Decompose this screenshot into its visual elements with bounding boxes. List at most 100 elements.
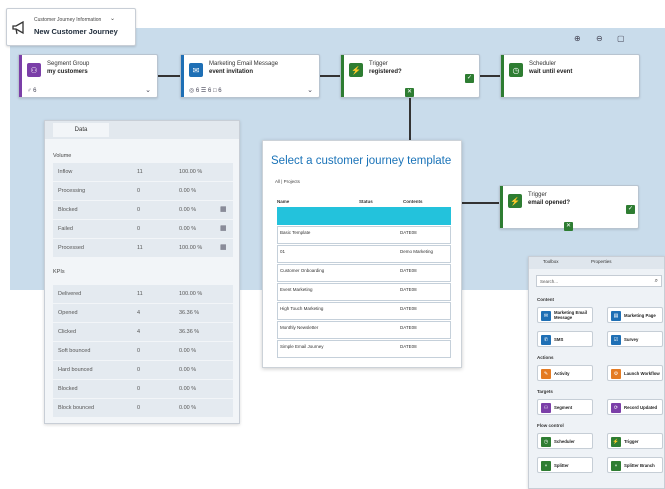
trigger-icon: ⚡ xyxy=(508,194,522,208)
search-icon[interactable]: ⌕ xyxy=(655,278,658,285)
toolbox-item-sms[interactable]: ✆ SMS xyxy=(537,331,593,347)
metric-name: Processing xyxy=(58,188,86,194)
volume-label: Volume xyxy=(53,153,72,159)
table-row: Clicked 4 36.36 % xyxy=(53,323,233,341)
template-row[interactable]: Monthly Newsletter DATE08 xyxy=(277,321,451,339)
item-label: Record Updated xyxy=(624,405,658,410)
export-icon[interactable]: ▦ xyxy=(220,224,227,232)
toolbox-item-marketing-email[interactable]: ✉ Marketing Email Message xyxy=(537,307,593,323)
metric-count: 4 xyxy=(137,329,141,335)
template-row[interactable] xyxy=(277,207,451,225)
template-name: 01 xyxy=(280,249,286,254)
zoom-out-icon[interactable]: ⊖ xyxy=(596,34,603,43)
toolbox-item-splitter-branch[interactable]: ⑂ Splitter Branch xyxy=(607,457,663,473)
tile-marketing-email[interactable]: ✉ Marketing Email Message event invitati… xyxy=(180,54,320,98)
metric-count: 4 xyxy=(137,310,141,316)
template-row[interactable]: Simple Email Journey DATE08 xyxy=(277,340,451,358)
column-header-name[interactable]: Name xyxy=(277,199,289,204)
metric-count: 0 xyxy=(137,348,141,354)
yes-branch-icon[interactable]: ✓ xyxy=(626,205,635,214)
tile-label: Trigger xyxy=(369,61,388,67)
data-panel: Data Volume Inflow 11 100.00 % Processing 0 0… xyxy=(44,120,240,424)
metric-name: Opened xyxy=(58,310,78,316)
yes-branch-icon[interactable]: ✓ xyxy=(465,74,474,83)
category-targets[interactable]: Targets xyxy=(537,389,553,394)
page-icon: ▤ xyxy=(611,311,621,321)
megaphone-icon xyxy=(12,21,24,35)
toolbox-item-marketing-page[interactable]: ▤ Marketing Page xyxy=(607,307,663,323)
category-content[interactable]: Content xyxy=(537,297,554,302)
metric-name: Delivered xyxy=(58,291,82,297)
metric-name: Inflow xyxy=(58,169,73,175)
toolbox-item-survey[interactable]: ☑ Survey xyxy=(607,331,663,347)
toolbox-item-scheduler[interactable]: ◷ Scheduler xyxy=(537,433,593,449)
chevron-down-icon[interactable]: ⌄ xyxy=(145,86,151,94)
toolbox-item-splitter[interactable]: ⑂ Splitter xyxy=(537,457,593,473)
category-flow-control[interactable]: Flow control xyxy=(537,423,564,428)
table-row: Blocked 0 0.00 % ▦ xyxy=(53,201,233,219)
metric-count: 0 xyxy=(137,405,141,411)
no-branch-icon[interactable]: ✕ xyxy=(405,88,414,97)
zoom-in-icon[interactable]: ⊕ xyxy=(574,34,581,43)
template-row[interactable]: Event Marketing DATE08 xyxy=(277,283,451,301)
template-name: Simple Email Journey xyxy=(280,344,324,349)
tile-label: Trigger xyxy=(528,192,547,198)
item-label: Launch Workflow xyxy=(624,371,660,376)
template-row[interactable]: 01 Demo Marketing xyxy=(277,245,451,263)
toolbox-item-trigger[interactable]: ⚡ Trigger xyxy=(607,433,663,449)
tile-scheduler[interactable]: ◷ Scheduler wait until event xyxy=(500,54,640,98)
chevron-down-icon[interactable]: ⌄ xyxy=(110,15,115,22)
template-name: Customer Onboarding xyxy=(280,268,325,273)
sms-icon: ✆ xyxy=(541,335,551,345)
toolbox-search-input[interactable]: Search... ⌕ xyxy=(536,275,662,287)
tile-label: Marketing Email Message xyxy=(209,61,279,67)
connector-line xyxy=(320,75,340,77)
template-name: High Touch Marketing xyxy=(280,306,324,311)
dialog-title: Select a customer journey template xyxy=(271,155,452,167)
export-icon[interactable]: ▦ xyxy=(220,205,227,213)
metric-percent: 0.00 % xyxy=(179,405,197,411)
template-row[interactable]: Basic Template DATE08 xyxy=(277,226,451,244)
toolbox-item-segment[interactable]: ⚇ Segment xyxy=(537,399,593,415)
template-row[interactable]: Customer Onboarding DATE08 xyxy=(277,264,451,282)
email-icon: ✉ xyxy=(541,311,551,321)
template-filter[interactable]: All | Projects xyxy=(275,179,300,184)
tile-segment-group[interactable]: ⚇ Segment Group my customers ♂ 6 ⌄ xyxy=(18,54,158,98)
column-header-contents[interactable]: Contents xyxy=(403,199,423,204)
tile-footer: ♂ 6 xyxy=(27,88,37,94)
fit-screen-icon[interactable]: ▢ xyxy=(617,34,625,43)
metric-count: 0 xyxy=(137,367,141,373)
template-name: Basic Template xyxy=(280,230,311,235)
toolbox-item-record-updated[interactable]: ⟳ Record Updated xyxy=(607,399,663,415)
chevron-down-icon[interactable]: ⌄ xyxy=(307,86,313,94)
no-branch-icon[interactable]: ✕ xyxy=(564,222,573,231)
journey-header[interactable]: Customer Journey Information ⌄ New Custo… xyxy=(6,8,136,46)
item-label: Segment xyxy=(554,405,573,410)
tile-color-bar xyxy=(181,55,184,97)
export-icon[interactable]: ▦ xyxy=(220,243,227,251)
table-row: Block bounced 0 0.00 % xyxy=(53,399,233,417)
connector-line xyxy=(480,75,500,77)
metric-count: 11 xyxy=(137,291,143,297)
segment-icon: ⚇ xyxy=(541,403,551,413)
table-row: Hard bounced 0 0.00 % xyxy=(53,361,233,379)
metric-percent: 0.00 % xyxy=(179,226,197,232)
template-row[interactable]: High Touch Marketing DATE08 xyxy=(277,302,451,320)
template-contents: Demo Marketing xyxy=(400,249,434,254)
tab-properties[interactable]: Properties xyxy=(591,259,612,264)
tile-value: wait until event xyxy=(529,69,573,75)
tab-data[interactable]: Data xyxy=(53,123,109,137)
tab-toolbox[interactable]: Toolbox xyxy=(543,259,559,264)
item-label: Marketing Email Message xyxy=(554,310,587,320)
metric-name: Hard bounced xyxy=(58,367,93,373)
template-contents: DATE08 xyxy=(400,230,417,235)
item-label: Splitter Branch xyxy=(624,463,655,468)
email-icon: ✉ xyxy=(189,63,203,77)
toolbox-item-activity[interactable]: ✎ Activity xyxy=(537,365,593,381)
template-contents: DATE08 xyxy=(400,306,417,311)
metric-count: 0 xyxy=(137,386,141,392)
column-header-status[interactable]: Status xyxy=(359,199,373,204)
category-actions[interactable]: Actions xyxy=(537,355,554,360)
toolbox-item-launch-workflow[interactable]: ⚙ Launch Workflow xyxy=(607,365,663,381)
metric-percent: 100.00 % xyxy=(179,245,203,251)
